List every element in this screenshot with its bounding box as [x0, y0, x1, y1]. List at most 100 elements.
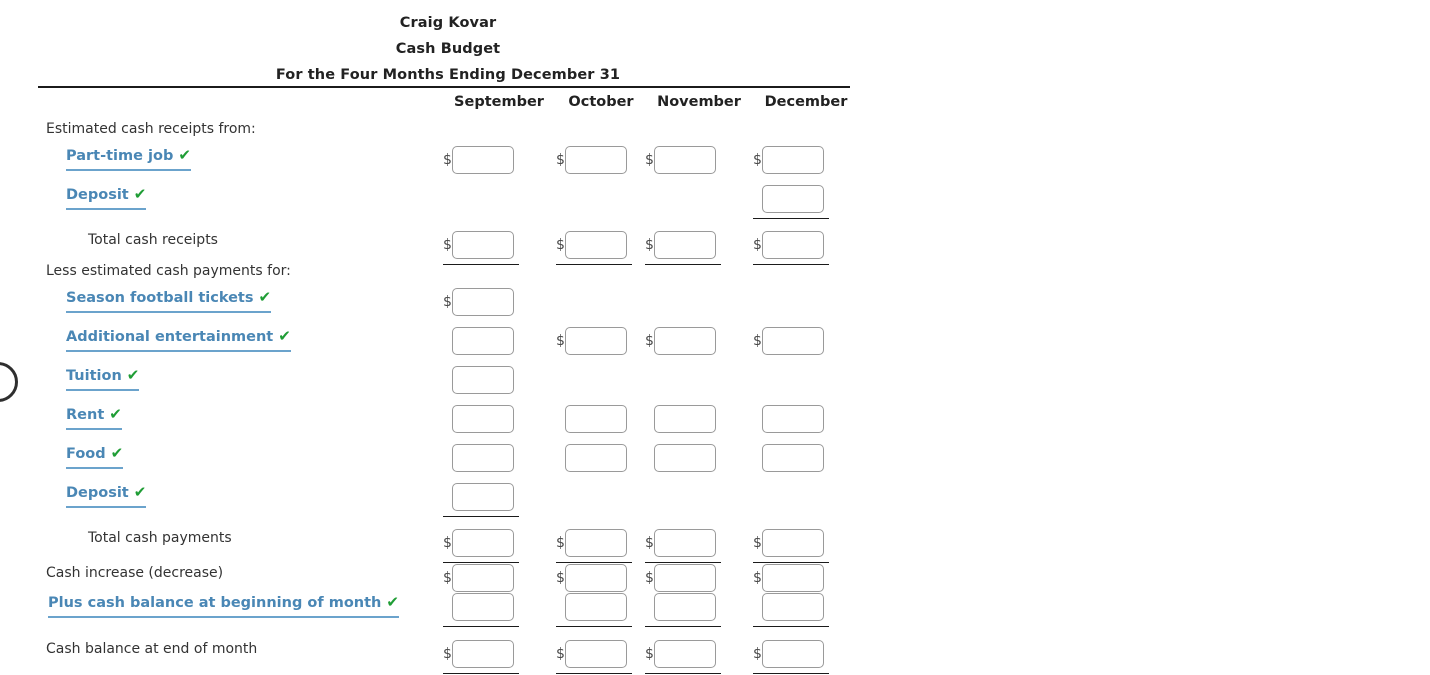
currency-symbol: $ — [556, 152, 565, 168]
amount-input-tuition-september[interactable] — [452, 366, 514, 394]
amount-input-total-cash-payments-october[interactable] — [565, 529, 627, 557]
cell-additional-entertainment-december: $ — [753, 327, 833, 357]
amount-input-cash-balance-end-of-month-september[interactable] — [452, 640, 514, 668]
cell-part-time-job-november: $ — [645, 146, 725, 176]
currency-symbol: $ — [443, 237, 452, 253]
currency-symbol: $ — [556, 237, 565, 253]
total-rule-total-cash-receipts-october — [556, 264, 632, 265]
total-rule-total-cash-payments-october — [556, 562, 632, 563]
cell-plus-cash-balance-beginning-september — [443, 593, 523, 627]
row-label-text: Estimated cash receipts from: — [46, 121, 256, 137]
row-label-additional-entertainment[interactable]: Additional entertainment ✔ — [66, 327, 291, 352]
cell-cash-increase-decrease-december: $ — [753, 564, 833, 594]
cell-plus-cash-balance-beginning-october — [556, 593, 636, 627]
amount-input-total-cash-payments-december[interactable] — [762, 529, 824, 557]
row-label-deposit-receipt[interactable]: Deposit ✔ — [66, 185, 147, 210]
row-label-text: Total cash payments — [88, 530, 232, 546]
row-label-season-football-tickets[interactable]: Season football tickets ✔ — [66, 288, 272, 313]
cell-total-cash-receipts-december: $ — [753, 231, 833, 265]
amount-input-plus-cash-balance-beginning-october[interactable] — [565, 593, 627, 621]
row-label-deposit-payment[interactable]: Deposit ✔ — [66, 483, 147, 508]
amount-input-cash-balance-end-of-month-december[interactable] — [762, 640, 824, 668]
amount-input-season-football-tickets-september[interactable] — [452, 288, 514, 316]
cell-deposit-payment-september — [443, 483, 523, 517]
cell-rent-october — [556, 405, 636, 435]
amount-input-cash-balance-end-of-month-october[interactable] — [565, 640, 627, 668]
amount-input-plus-cash-balance-beginning-november[interactable] — [654, 593, 716, 621]
amount-input-total-cash-receipts-october[interactable] — [565, 231, 627, 259]
row-label-food[interactable]: Food ✔ — [66, 444, 124, 469]
row-label-plus-cash-balance-beginning[interactable]: Plus cash balance at beginning of month ✔ — [48, 593, 399, 618]
cell-additional-entertainment-november: $ — [645, 327, 725, 357]
amount-input-total-cash-receipts-november[interactable] — [654, 231, 716, 259]
amount-input-total-cash-receipts-september[interactable] — [452, 231, 514, 259]
amount-input-cash-balance-end-of-month-november[interactable] — [654, 640, 716, 668]
currency-symbol: $ — [753, 152, 762, 168]
amount-input-plus-cash-balance-beginning-september[interactable] — [452, 593, 514, 621]
amount-input-total-cash-receipts-december[interactable] — [762, 231, 824, 259]
amount-input-food-december[interactable] — [762, 444, 824, 472]
row-label-total-cash-payments: Total cash payments — [88, 529, 232, 547]
amount-input-cash-increase-decrease-september[interactable] — [452, 564, 514, 592]
amount-input-food-september[interactable] — [452, 444, 514, 472]
amount-input-part-time-job-october[interactable] — [565, 146, 627, 174]
currency-symbol: $ — [556, 535, 565, 551]
cell-total-cash-receipts-november: $ — [645, 231, 725, 265]
row-label-text: Total cash receipts — [88, 232, 218, 248]
amount-input-rent-october[interactable] — [565, 405, 627, 433]
row-label-part-time-job[interactable]: Part-time job ✔ — [66, 146, 191, 171]
amount-input-deposit-receipt-december[interactable] — [762, 185, 824, 213]
row-label-text: Tuition — [66, 368, 122, 384]
amount-input-additional-entertainment-september[interactable] — [452, 327, 514, 355]
amount-input-part-time-job-december[interactable] — [762, 146, 824, 174]
currency-symbol: $ — [556, 333, 565, 349]
row-label-rent[interactable]: Rent ✔ — [66, 405, 122, 430]
amount-input-additional-entertainment-december[interactable] — [762, 327, 824, 355]
row-label-text: Plus cash balance at beginning of month — [48, 595, 382, 611]
total-rule-plus-cash-balance-beginning-november — [645, 626, 721, 627]
cell-plus-cash-balance-beginning-december — [753, 593, 833, 627]
checkmark-icon: ✔ — [386, 593, 399, 611]
row-label-tuition[interactable]: Tuition ✔ — [66, 366, 140, 391]
amount-input-food-november[interactable] — [654, 444, 716, 472]
amount-input-cash-increase-decrease-october[interactable] — [565, 564, 627, 592]
cell-cash-increase-decrease-september: $ — [443, 564, 523, 594]
amount-input-part-time-job-november[interactable] — [654, 146, 716, 174]
amount-input-rent-november[interactable] — [654, 405, 716, 433]
amount-input-total-cash-payments-september[interactable] — [452, 529, 514, 557]
cell-cash-balance-end-of-month-october: $ — [556, 640, 636, 675]
row-label-text: Rent — [66, 407, 105, 423]
amount-input-deposit-payment-september[interactable] — [452, 483, 514, 511]
amount-input-rent-september[interactable] — [452, 405, 514, 433]
row-label-text: Season football tickets — [66, 290, 254, 306]
amount-input-rent-december[interactable] — [762, 405, 824, 433]
amount-input-additional-entertainment-november[interactable] — [654, 327, 716, 355]
cell-total-cash-payments-september: $ — [443, 529, 523, 563]
cell-part-time-job-september: $ — [443, 146, 523, 176]
amount-input-additional-entertainment-october[interactable] — [565, 327, 627, 355]
currency-symbol: $ — [645, 646, 654, 662]
checkmark-icon: ✔ — [258, 288, 272, 306]
cell-total-cash-payments-december: $ — [753, 529, 833, 563]
currency-symbol: $ — [443, 646, 452, 662]
cell-rent-december — [753, 405, 833, 435]
cell-cash-balance-end-of-month-december: $ — [753, 640, 833, 675]
row-label-estimated-cash-receipts-header: Estimated cash receipts from: — [46, 120, 256, 138]
cell-rent-september — [443, 405, 523, 435]
amount-input-cash-increase-decrease-november[interactable] — [654, 564, 716, 592]
amount-input-plus-cash-balance-beginning-december[interactable] — [762, 593, 824, 621]
amount-input-part-time-job-september[interactable] — [452, 146, 514, 174]
checkmark-icon: ✔ — [178, 146, 191, 164]
total-rule-plus-cash-balance-beginning-september — [443, 626, 519, 627]
amount-input-food-october[interactable] — [565, 444, 627, 472]
cell-additional-entertainment-october: $ — [556, 327, 636, 357]
cell-cash-balance-end-of-month-september: $ — [443, 640, 523, 675]
amount-input-cash-increase-decrease-december[interactable] — [762, 564, 824, 592]
currency-symbol: $ — [753, 333, 762, 349]
currency-symbol: $ — [443, 535, 452, 551]
cash-budget-page: Craig Kovar Cash Budget For the Four Mon… — [0, 0, 1430, 675]
column-header-december: December — [764, 94, 848, 110]
amount-input-total-cash-payments-november[interactable] — [654, 529, 716, 557]
currency-symbol: $ — [645, 333, 654, 349]
checkmark-icon: ✔ — [133, 185, 147, 203]
